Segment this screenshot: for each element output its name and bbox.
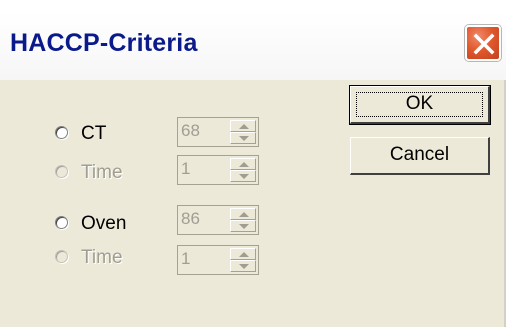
- oven-time-spin-down[interactable]: [230, 260, 256, 272]
- ct-value: 68: [181, 121, 200, 140]
- arrow-up-icon: [239, 162, 249, 167]
- cancel-label: Cancel: [389, 144, 450, 165]
- arrow-up-icon: [239, 252, 249, 257]
- ct-value-spinner[interactable]: 68: [177, 117, 259, 147]
- ct-time-spinner[interactable]: 1: [177, 155, 259, 185]
- radio-oven-time[interactable]: [55, 250, 68, 263]
- haccp-criteria-dialog: HACCP-Criteria CT 68 Time 1 Oven 86 Time…: [0, 0, 506, 327]
- ok-button[interactable]: OK: [349, 85, 491, 125]
- radio-oven[interactable]: [55, 216, 68, 229]
- radio-ct[interactable]: [55, 126, 68, 139]
- radio-ct-time[interactable]: [55, 165, 68, 178]
- window-title: HACCP-Criteria: [10, 29, 198, 57]
- ct-time-spin-up[interactable]: [230, 158, 256, 170]
- arrow-down-icon: [239, 224, 249, 229]
- oven-value-spinner[interactable]: 86: [177, 205, 259, 235]
- oven-value: 86: [181, 209, 200, 228]
- title-bar[interactable]: HACCP-Criteria: [0, 0, 506, 80]
- arrow-down-icon: [239, 136, 249, 141]
- ct-spin-down[interactable]: [230, 132, 256, 144]
- arrow-down-icon: [239, 174, 249, 179]
- focus-rectangle: [356, 92, 483, 117]
- radio-ct-time-label: Time: [81, 162, 123, 183]
- arrow-up-icon: [239, 124, 249, 129]
- cancel-button[interactable]: Cancel: [350, 137, 490, 175]
- radio-oven-time-label: Time: [81, 247, 123, 268]
- radio-ct-label: CT: [81, 123, 107, 144]
- radio-oven-label: Oven: [81, 213, 127, 234]
- oven-time-spin-up[interactable]: [230, 248, 256, 260]
- oven-time-spinner[interactable]: 1: [177, 245, 259, 275]
- ct-time-spin-down[interactable]: [230, 170, 256, 182]
- ct-spin-up[interactable]: [230, 120, 256, 132]
- oven-spin-down[interactable]: [230, 220, 256, 232]
- arrow-up-icon: [239, 212, 249, 217]
- close-button[interactable]: [465, 25, 501, 61]
- ct-time-value: 1: [181, 159, 191, 178]
- oven-time-value: 1: [181, 249, 191, 268]
- oven-spin-up[interactable]: [230, 208, 256, 220]
- arrow-down-icon: [239, 264, 249, 269]
- close-icon: [473, 33, 495, 55]
